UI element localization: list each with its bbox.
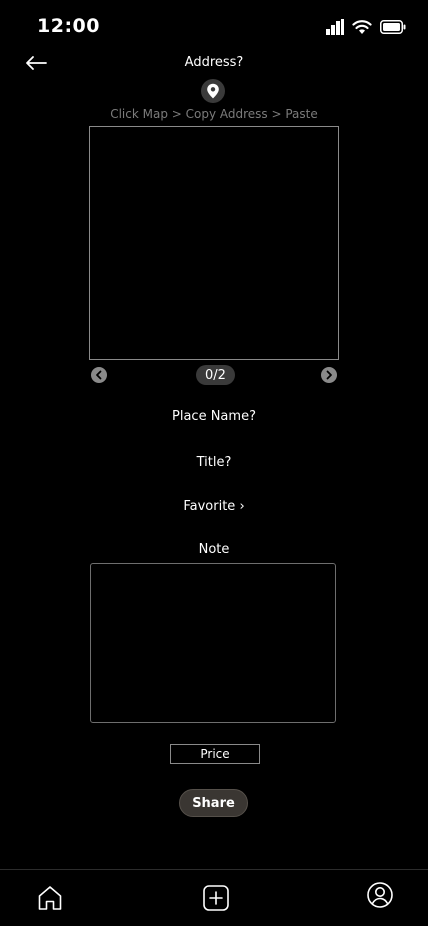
note-label: Note bbox=[198, 542, 230, 557]
image-upload-area[interactable] bbox=[89, 126, 339, 360]
price-input[interactable]: Price bbox=[170, 744, 260, 764]
status-time: 12:00 bbox=[37, 15, 100, 37]
title-field[interactable]: Title? bbox=[0, 455, 428, 470]
home-icon bbox=[38, 886, 62, 910]
tab-profile[interactable] bbox=[364, 879, 396, 911]
add-icon bbox=[203, 885, 229, 911]
note-textarea[interactable] bbox=[90, 563, 336, 723]
favorite-selector[interactable]: Favorite › bbox=[0, 499, 428, 514]
tabbar-divider bbox=[0, 869, 428, 870]
signal-icon bbox=[326, 19, 344, 35]
map-pin-icon bbox=[207, 83, 219, 99]
wifi-icon bbox=[352, 20, 372, 34]
map-pin-button[interactable] bbox=[201, 79, 225, 103]
next-image-button[interactable] bbox=[321, 367, 337, 383]
address-title[interactable]: Address? bbox=[0, 55, 428, 70]
tab-home[interactable] bbox=[34, 882, 66, 914]
status-icons bbox=[326, 18, 406, 36]
place-name-field[interactable]: Place Name? bbox=[0, 409, 428, 424]
chevron-left-icon bbox=[96, 370, 102, 380]
share-button[interactable]: Share bbox=[179, 789, 248, 817]
tab-add[interactable] bbox=[200, 882, 232, 914]
profile-icon bbox=[367, 882, 393, 908]
image-counter: 0/2 bbox=[196, 365, 235, 385]
battery-icon bbox=[380, 20, 406, 34]
prev-image-button[interactable] bbox=[91, 367, 107, 383]
address-hint: Click Map > Copy Address > Paste bbox=[110, 107, 318, 121]
chevron-right-icon bbox=[326, 370, 332, 380]
